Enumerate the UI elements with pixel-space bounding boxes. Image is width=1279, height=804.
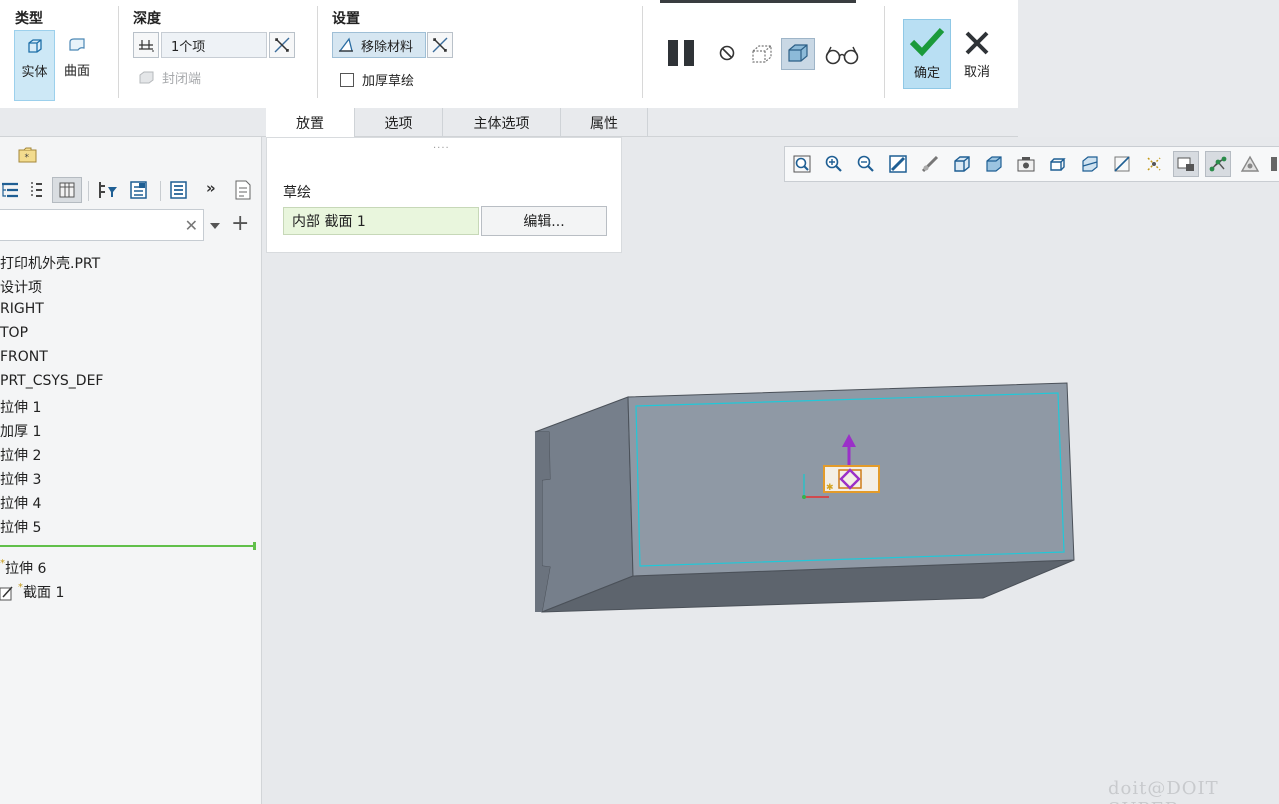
watermark: doit@DOIT SUPER [1108,778,1219,804]
model-side-face [534,396,634,613]
csys-star-glyph: ✱ [826,483,834,493]
graphics-area[interactable]: ✱ [0,0,1279,804]
csys-origin [802,495,806,499]
